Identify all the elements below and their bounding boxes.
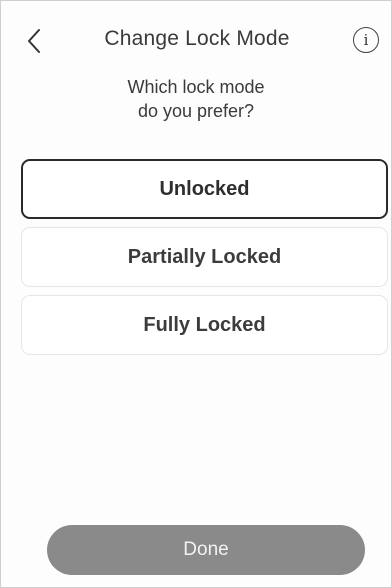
option-label: Partially Locked [127,245,282,268]
info-button[interactable]: i [353,27,379,53]
screen-frame: Change Lock Mode i Which lock mode do yo… [0,0,392,588]
prompt-line-2: do you prefer? [137,101,255,121]
info-icon: i [363,31,369,49]
prompt-text: Which lock mode do you prefer? [1,75,391,123]
header: Change Lock Mode i [1,19,392,63]
option-fully-locked[interactable]: Fully Locked [21,295,388,355]
option-label: Unlocked [159,177,250,200]
done-button[interactable]: Done [47,525,365,575]
option-label: Fully Locked [143,313,266,336]
option-unlocked[interactable]: Unlocked [21,159,388,219]
prompt-line-1: Which lock mode [127,77,265,97]
page-title: Change Lock Mode [104,27,290,50]
lock-mode-options: Unlocked Partially Locked Fully Locked [21,159,388,363]
option-partially-locked[interactable]: Partially Locked [21,227,388,287]
done-label: Done [183,539,229,560]
